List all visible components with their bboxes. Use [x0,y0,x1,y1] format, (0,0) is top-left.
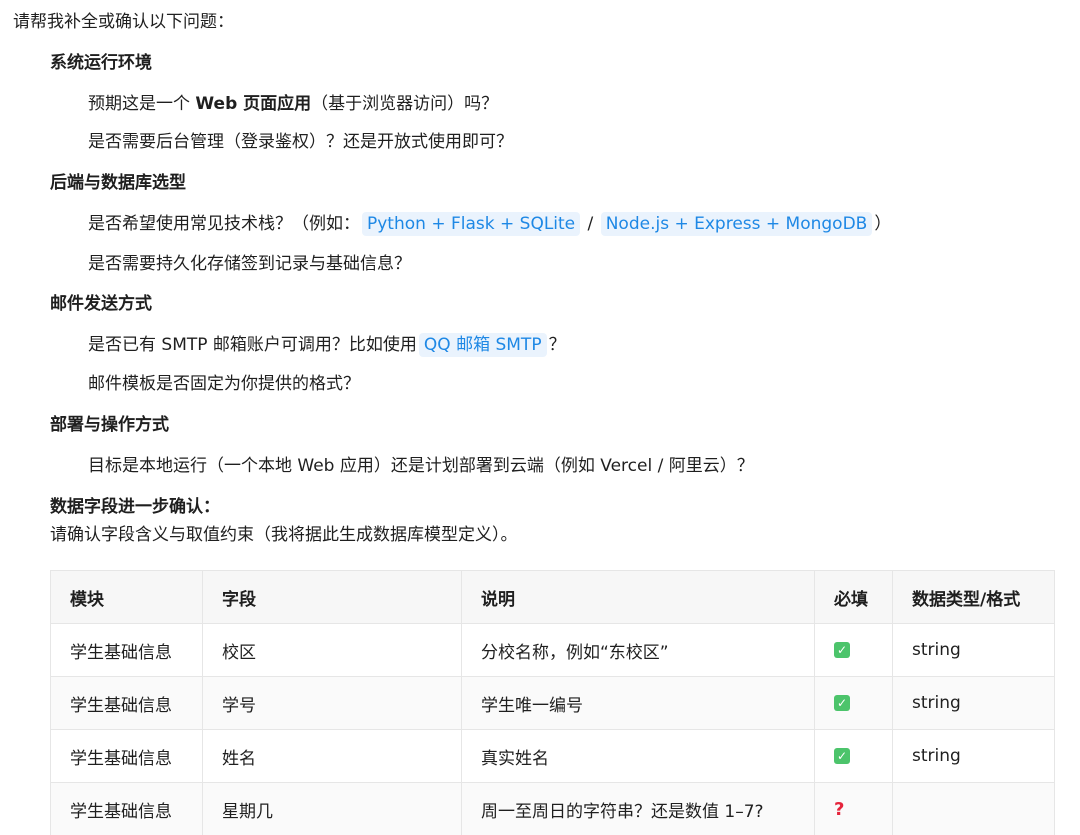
code-python-flask: Python + Flask + SQLite [362,212,581,236]
cell-field: 姓名 [202,729,462,783]
section-title-runtime: 系统运行环境 [50,53,152,73]
question-text: ） [874,214,892,234]
cell-field: 星期几 [202,782,462,835]
cell-module: 学生基础信息 [50,676,203,730]
question-persistence: 是否需要持久化存储签到记录与基础信息？ [88,254,411,274]
check-icon: ✓ [834,695,850,711]
question-text: （基于浏览器访问）吗？ [311,94,499,114]
cell-module: 学生基础信息 [50,623,203,677]
question-template: 邮件模板是否固定为你提供的格式？ [88,374,360,394]
question-admin: 是否需要后台管理（登录鉴权）？还是开放式使用即可？ [88,132,513,152]
question-deploy-target: 目标是本地运行（一个本地 Web 应用）还是计划部署到云端（例如 Vercel … [88,456,754,476]
section-title-backend: 后端与数据库选型 [50,173,186,193]
table-row: 学生基础信息 姓名 真实姓名 ✓ string [50,729,1055,783]
cell-description: 分校名称，例如“东校区” [461,623,815,677]
question-smtp: 是否已有 SMTP 邮箱账户可调用？比如使用 QQ 邮箱 SMTP？ [88,330,566,360]
question-text: 是否已有 SMTP 邮箱账户可调用？比如使用 [88,335,417,355]
intro-text: 请帮我补全或确认以下问题： [13,12,234,32]
section-title-email: 邮件发送方式 [50,294,152,314]
cell-description: 周一至周日的字符串？还是数值 1–7? [461,782,815,835]
question-text: 是否希望使用常见技术栈？（例如： [88,214,360,234]
table-row: 学生基础信息 学号 学生唯一编号 ✓ string [50,676,1055,730]
cell-data-type [892,782,1055,835]
check-icon: ✓ [834,642,850,658]
cell-module: 学生基础信息 [50,782,203,835]
fields-section-title: 数据字段进一步确认： [50,497,220,517]
fields-section-subtitle: 请确认字段含义与取值约束（我将据此生成数据库模型定义）。 [50,525,518,545]
cell-data-type: string [892,729,1055,783]
fields-table: 模块 字段 说明 必填 数据类型/格式 学生基础信息 校区 分校名称，例如“东校… [50,570,1055,835]
question-web-app: 预期这是一个 Web 页面应用（基于浏览器访问）吗？ [88,89,498,119]
question-text: ？ [548,335,566,355]
question-tech-stack: 是否希望使用常见技术栈？（例如： Python + Flask + SQLite … [88,209,891,239]
table-row: 学生基础信息 星期几 周一至周日的字符串？还是数值 1–7? ? [50,782,1055,835]
cell-description: 真实姓名 [461,729,815,783]
header-data-type: 数据类型/格式 [892,570,1055,624]
cell-data-type: string [892,623,1055,677]
cell-required: ✓ [814,623,893,677]
section-title-deploy: 部署与操作方式 [50,415,169,435]
code-qq-smtp: QQ 邮箱 SMTP [418,333,547,357]
cell-data-type: string [892,676,1055,730]
cell-required: ? [814,782,893,835]
code-node-express: Node.js + Express + MongoDB [600,212,873,236]
cell-description: 学生唯一编号 [461,676,815,730]
cell-module: 学生基础信息 [50,729,203,783]
table-row: 学生基础信息 校区 分校名称，例如“东校区” ✓ string [50,623,1055,677]
cell-required: ✓ [814,676,893,730]
question-mark-icon: ? [834,798,845,820]
cell-field: 学号 [202,676,462,730]
header-module: 模块 [50,570,203,624]
header-field: 字段 [202,570,462,624]
question-bold-text: Web 页面应用 [195,94,312,114]
table-header-row: 模块 字段 说明 必填 数据类型/格式 [50,570,1055,624]
header-description: 说明 [461,570,815,624]
question-text: / [582,214,599,234]
header-required: 必填 [814,570,893,624]
question-text: 预期这是一个 [88,94,196,114]
cell-field: 校区 [202,623,462,677]
check-icon: ✓ [834,748,850,764]
cell-required: ✓ [814,729,893,783]
